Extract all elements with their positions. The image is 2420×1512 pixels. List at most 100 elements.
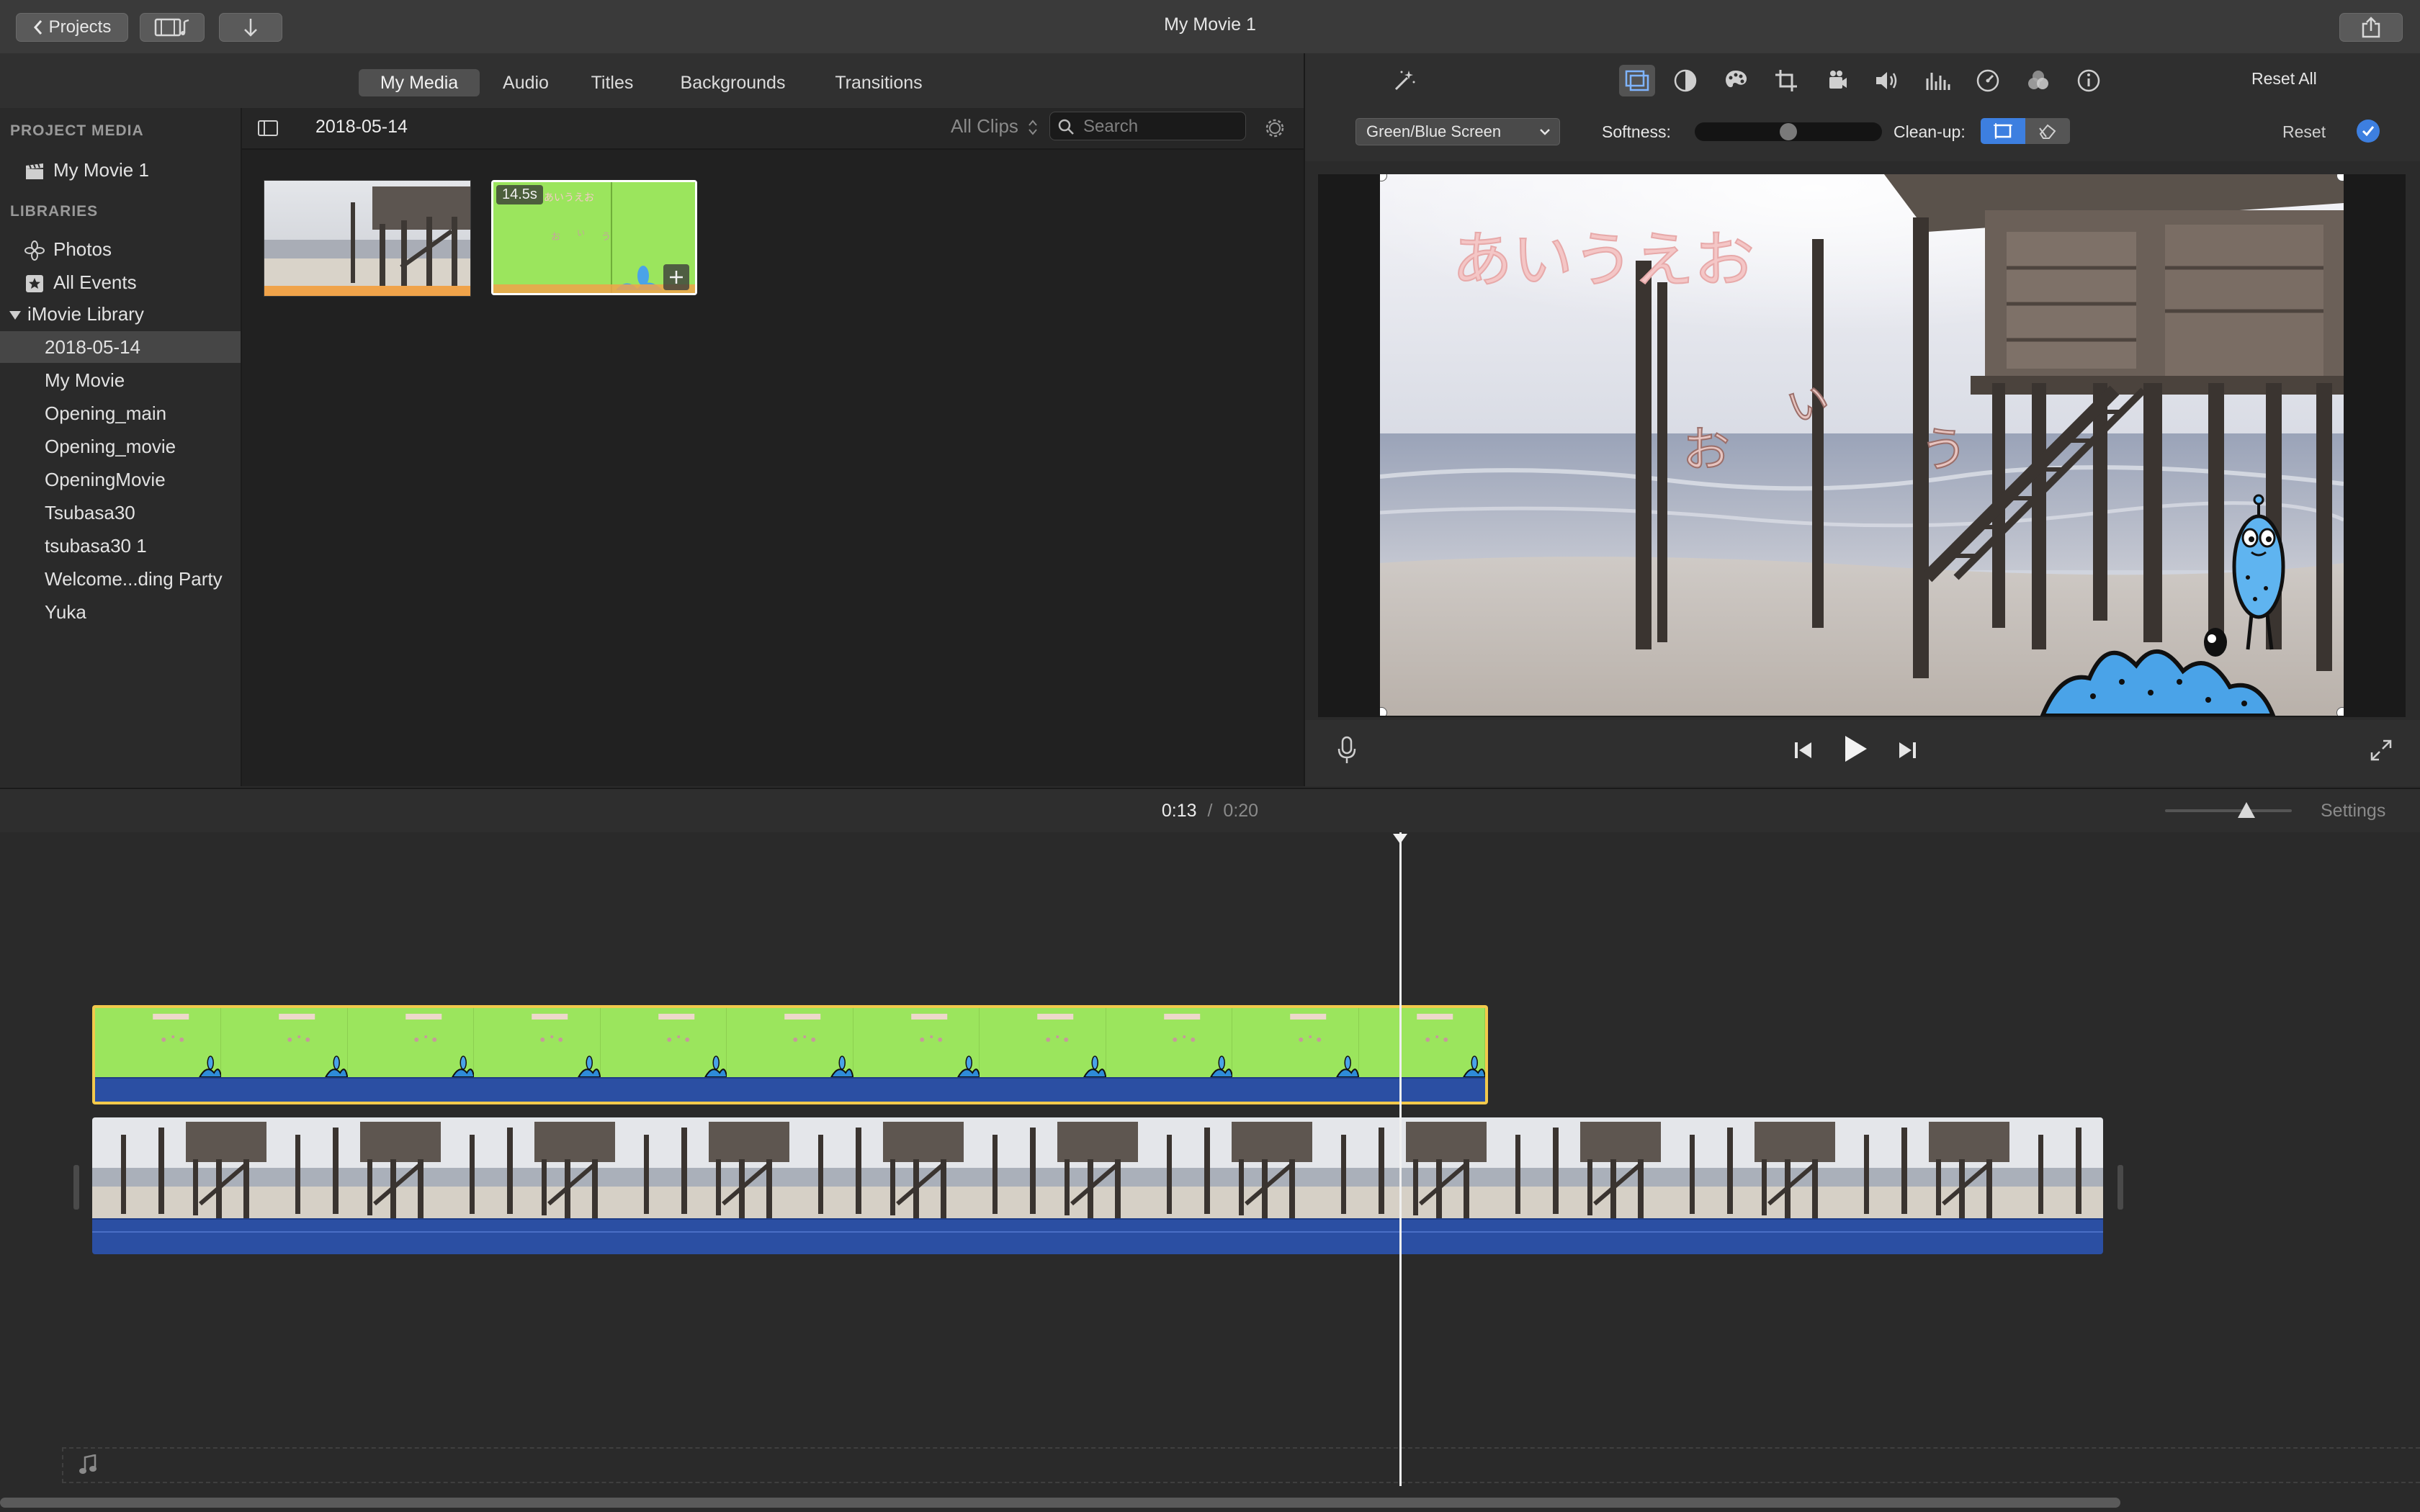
tab-transitions[interactable]: Transitions <box>821 69 936 96</box>
color-balance-icon <box>1673 68 1698 93</box>
sidebar-item-library[interactable]: iMovie Library <box>0 298 241 330</box>
sidebar-event-item[interactable]: Opening_main <box>0 397 241 429</box>
overlay-effect-select[interactable]: Green/Blue Screen <box>1355 118 1560 145</box>
skip-back-button[interactable] <box>1788 734 1819 766</box>
overlay-frame <box>1232 1008 1359 1077</box>
softness-slider[interactable] <box>1695 122 1882 141</box>
color-correction-button[interactable] <box>1720 65 1752 96</box>
search-input[interactable] <box>1082 115 1243 138</box>
primary-frame <box>615 1117 789 1218</box>
overlay-frame <box>601 1008 727 1077</box>
timeline-left-handle[interactable] <box>73 1165 79 1210</box>
crop-button[interactable] <box>1770 65 1802 96</box>
video-camera-icon <box>1824 68 1849 93</box>
primary-frame <box>266 1117 441 1218</box>
tab-audio[interactable]: Audio <box>490 69 562 96</box>
overlay-clip-audio <box>95 1077 1485 1102</box>
overlay-frame <box>221 1008 348 1077</box>
softness-slider-knob[interactable] <box>1780 123 1797 140</box>
clip-info-button[interactable] <box>2073 65 2105 96</box>
tab-backgrounds[interactable]: Backgrounds <box>666 69 799 96</box>
primary-clip-filmstrip <box>92 1117 2103 1218</box>
apply-checkmark-button[interactable] <box>2357 120 2380 143</box>
timeline-right-handle[interactable] <box>2118 1165 2123 1210</box>
gear-icon <box>1263 116 1287 140</box>
speed-button[interactable] <box>1972 65 2004 96</box>
skip-forward-button[interactable] <box>1891 734 1923 766</box>
sidebar-event-item[interactable]: Opening_movie <box>0 431 241 462</box>
music-well[interactable] <box>62 1447 2420 1483</box>
media-clip-beach[interactable] <box>264 180 471 297</box>
crop-handle-bottom-right[interactable] <box>2336 707 2344 716</box>
share-icon <box>2362 17 2380 38</box>
enhance-button[interactable] <box>1389 65 1420 96</box>
clip-filter-select[interactable]: All Clips <box>951 115 1038 138</box>
palette-icon <box>1723 68 1749 93</box>
pane-divider[interactable] <box>1304 53 1305 786</box>
sidebar-event-item[interactable]: 2018-05-14 <box>0 331 241 363</box>
cleanup-crop-button[interactable] <box>1981 118 2025 144</box>
overlay-effect-value: Green/Blue Screen <box>1366 122 1502 140</box>
primary-frame <box>441 1117 615 1218</box>
playhead-marker[interactable] <box>1393 834 1407 844</box>
sidebar-event-item[interactable]: OpeningMovie <box>0 464 241 495</box>
timecode-display: 0:13 / 0:20 <box>0 801 2420 822</box>
fullscreen-button[interactable] <box>2365 734 2397 766</box>
timeline-primary-clip[interactable] <box>92 1117 2103 1254</box>
playhead[interactable] <box>1393 832 1407 1486</box>
share-button[interactable] <box>2339 13 2403 42</box>
skip-forward-icon <box>1896 740 1918 760</box>
stabilization-button[interactable] <box>1821 65 1852 96</box>
search-field[interactable] <box>1049 112 1246 140</box>
media-clip-green-screen[interactable]: あいうえお お い う 14.5s <box>491 180 697 295</box>
microphone-icon <box>1336 736 1358 765</box>
softness-label: Softness: <box>1602 122 1671 141</box>
star-icon <box>24 274 45 294</box>
timeline-overlay-clip[interactable] <box>92 1005 1488 1104</box>
cleanup-eraser-button[interactable] <box>2025 118 2070 144</box>
equalizer-icon <box>1924 68 1950 93</box>
overlay-icon <box>1625 70 1649 91</box>
media-tabs: My Media Audio Titles Backgrounds Transi… <box>0 53 1304 108</box>
sidebar-event-item[interactable]: My Movie <box>0 364 241 396</box>
settings-button[interactable]: Settings <box>2321 801 2385 822</box>
sidebar-item-photos[interactable]: Photos <box>0 233 241 265</box>
primary-clip-audio <box>92 1218 2103 1254</box>
libraries-sidebar: PROJECT MEDIA My Movie 1 LIBRARIES Photo… <box>0 108 242 786</box>
overlay-title-text: あいうえお <box>1452 225 1754 295</box>
sidebar-event-item[interactable]: Tsubasa30 <box>0 497 241 528</box>
timeline-scrollbar[interactable] <box>0 1498 2120 1508</box>
expand-icon <box>2369 738 2393 762</box>
clapper-icon <box>24 163 45 180</box>
sidebar-toggle-button[interactable] <box>252 112 284 144</box>
browser-settings-button[interactable] <box>1259 112 1291 144</box>
video-overlay-settings-button[interactable] <box>1619 65 1655 96</box>
time-separator: / <box>1207 801 1213 821</box>
project-media-heading: PROJECT MEDIA <box>10 122 144 139</box>
tab-my-media[interactable]: My Media <box>359 69 480 96</box>
color-balance-button[interactable] <box>1670 65 1701 96</box>
sidebar-item-all-events[interactable]: All Events <box>0 266 241 298</box>
timeline <box>0 832 2420 1512</box>
preview-frame[interactable]: あいうえお お い う <box>1380 174 2344 716</box>
tab-titles[interactable]: Titles <box>576 69 648 96</box>
play-button[interactable] <box>1839 733 1871 765</box>
zoom-slider-knob[interactable] <box>2238 802 2255 818</box>
primary-frame <box>1835 1117 2009 1218</box>
title-bar: Projects My Movie 1 <box>0 0 2420 55</box>
reset-all-button[interactable]: Reset All <box>2251 69 2317 89</box>
overlay-frame <box>980 1008 1106 1077</box>
sidebar-item-project[interactable]: My Movie 1 <box>0 154 241 186</box>
primary-frame <box>1661 1117 1835 1218</box>
disclosure-triangle-icon[interactable] <box>9 310 22 321</box>
equalizer-button[interactable] <box>1922 65 1953 96</box>
sidebar-event-item[interactable]: tsubasa30 1 <box>0 530 241 562</box>
voiceover-button[interactable] <box>1331 734 1363 766</box>
clip-filter-button[interactable] <box>2022 65 2054 96</box>
volume-button[interactable] <box>1871 65 1903 96</box>
add-to-timeline-button[interactable] <box>663 264 689 290</box>
zoom-slider[interactable] <box>2165 802 2292 818</box>
sidebar-event-item[interactable]: Welcome...ding Party <box>0 563 241 595</box>
reset-button[interactable]: Reset <box>2282 122 2326 142</box>
sidebar-event-item[interactable]: Yuka <box>0 596 241 628</box>
